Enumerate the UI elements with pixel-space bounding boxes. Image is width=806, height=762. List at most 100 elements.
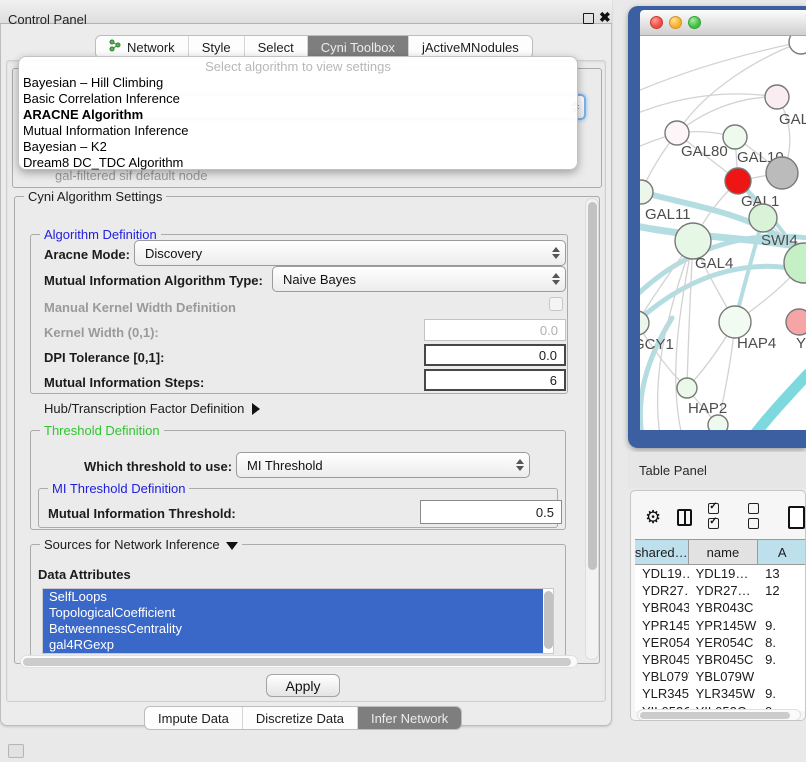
close-icon[interactable]: ✖ (599, 9, 611, 26)
sources-group-title: Sources for Network Inference (40, 537, 242, 552)
network-node[interactable] (675, 223, 711, 259)
tab-infer-network[interactable]: Infer Network (358, 707, 461, 729)
network-node[interactable] (725, 168, 751, 194)
aracne-mode-combo[interactable]: Discovery (134, 240, 566, 266)
new-table-icon[interactable] (788, 506, 805, 529)
mi-algorithm-type-label: Mutual Information Algorithm Type: (44, 273, 263, 288)
table-cell: YER054C (635, 634, 689, 651)
attribute-list-item[interactable]: gal4RGexp (43, 637, 543, 653)
network-node[interactable] (708, 415, 728, 430)
table-row[interactable]: YLR345WYLR345W9. (635, 685, 806, 702)
mi-steps-field[interactable]: 6 (424, 369, 566, 391)
network-canvas[interactable]: GALGAL80GAL10GAL1GAL11SWI4GAL4GCY1HAP4YH… (640, 36, 806, 430)
zoom-traffic-light-icon[interactable] (688, 16, 701, 29)
kernel-width-field[interactable]: 0.0 (424, 319, 566, 341)
network-edge[interactable] (640, 192, 641, 323)
threshold-definition-title: Threshold Definition (40, 423, 164, 438)
network-node[interactable] (723, 125, 747, 149)
columns-icon[interactable] (677, 509, 692, 526)
dropdown-item[interactable]: Bayesian – K2 (19, 139, 577, 155)
network-node[interactable] (766, 157, 798, 189)
table-row[interactable]: YDR27…YDR27…12 (635, 582, 806, 599)
tab-discretize-data[interactable]: Discretize Data (243, 707, 358, 729)
algorithm-dropdown-popup: Select algorithm to view settings Bayesi… (18, 56, 578, 170)
tab-impute-data[interactable]: Impute Data (145, 707, 243, 729)
network-node[interactable] (765, 85, 789, 109)
network-node[interactable] (640, 180, 653, 204)
network-node[interactable] (784, 243, 806, 283)
dropdown-item[interactable]: ARACNE Algorithm (19, 107, 577, 123)
table-cell: YBL079W (635, 668, 689, 685)
select-all-checkboxes-icon[interactable] (708, 502, 732, 532)
tab-network-label: Network (127, 40, 175, 55)
table-row[interactable]: YBR043CYBR043C (635, 599, 806, 616)
table-cell: YLR345W (635, 685, 689, 702)
close-traffic-light-icon[interactable] (650, 16, 663, 29)
control-panel-title: Control Panel (8, 12, 87, 27)
combo-arrows-icon (511, 459, 529, 471)
tab-cyni-toolbox[interactable]: Cyni Toolbox (308, 36, 409, 58)
attribute-list-item[interactable]: TopologicalCoefficient (43, 605, 543, 621)
table-cell: YDR27… (635, 582, 689, 599)
attr-list-scrollbar-thumb[interactable] (544, 591, 553, 649)
manual-kernel-width-label: Manual Kernel Width Definition (44, 300, 236, 315)
network-node[interactable] (749, 204, 777, 232)
tab-select[interactable]: Select (245, 36, 308, 58)
table-cell (758, 599, 806, 616)
table-scrollbar-thumb[interactable] (640, 712, 790, 719)
table-row[interactable]: YDL19…YDL19…13 (635, 565, 806, 582)
table-cell: YPR145W (689, 617, 758, 634)
aracne-mode-value: Discovery (135, 246, 547, 261)
network-node-label: HAP2 (688, 400, 727, 417)
deselect-all-checkboxes-icon[interactable] (748, 502, 772, 532)
settings-horizontal-scrollbar[interactable] (20, 655, 578, 668)
attribute-list-item[interactable]: BetweennessCentrality (43, 621, 543, 637)
table-cell: YBR045C (689, 651, 758, 668)
minimize-traffic-light-icon[interactable] (669, 16, 682, 29)
cyni-bottom-tabs: Impute Data Discretize Data Infer Networ… (144, 706, 462, 730)
network-window-titlebar[interactable] (640, 10, 806, 36)
mi-threshold-label: Mutual Information Threshold: (48, 506, 236, 521)
dpi-tolerance-field[interactable]: 0.0 (424, 344, 566, 366)
mi-algorithm-type-combo[interactable]: Naive Bayes (272, 266, 566, 292)
apply-button[interactable]: Apply (266, 674, 340, 697)
dropdown-item[interactable]: Bayesian – Hill Climbing (19, 75, 577, 91)
network-node[interactable] (665, 121, 689, 145)
algorithm-dropdown-list: Bayesian – Hill ClimbingBasic Correlatio… (19, 75, 577, 171)
which-threshold-combo[interactable]: MI Threshold (236, 452, 530, 478)
float-window-icon[interactable] (583, 13, 594, 24)
settings-vertical-scrollbar[interactable] (585, 198, 599, 660)
manual-kernel-width-checkbox[interactable] (549, 297, 563, 311)
gear-icon[interactable]: ⚙ (645, 508, 661, 526)
network-node[interactable] (677, 378, 697, 398)
mi-threshold-field[interactable]: 0.5 (420, 500, 562, 524)
table-row[interactable]: YBR045CYBR045C9. (635, 651, 806, 668)
tab-network[interactable]: Network (96, 36, 189, 58)
which-threshold-value: MI Threshold (237, 458, 511, 473)
network-node[interactable] (789, 36, 806, 54)
table-horizontal-scrollbar[interactable] (637, 709, 801, 721)
data-attributes-list[interactable]: SelfLoopsTopologicalCoefficientBetweenne… (42, 588, 554, 654)
network-node[interactable] (786, 309, 806, 335)
dropdown-item[interactable]: Dream8 DC_TDC Algorithm (19, 155, 577, 171)
table-row[interactable]: YBL079WYBL079W (635, 668, 806, 685)
horizontal-scrollbar-thumb[interactable] (23, 658, 571, 666)
settings-scrollbar-thumb[interactable] (588, 202, 597, 570)
table-cell: YER054C (689, 634, 758, 651)
tab-jactivemnodules[interactable]: jActiveMNodules (409, 36, 532, 58)
network-node[interactable] (719, 306, 751, 338)
tab-style[interactable]: Style (189, 36, 245, 58)
table-row[interactable]: YER054CYER054C8. (635, 634, 806, 651)
attribute-list-item[interactable]: SelfLoops (43, 589, 543, 605)
table-header-row: shared… name A (635, 539, 806, 565)
dropdown-item[interactable]: Mutual Information Inference (19, 123, 577, 139)
dock-handle-icon[interactable] (8, 744, 24, 758)
hub-definition-toggle[interactable]: Hub/Transcription Factor Definition (44, 401, 260, 416)
column-header-shared-name[interactable]: shared… (635, 540, 689, 564)
table-row[interactable]: YPR145WYPR145W9. (635, 617, 806, 634)
dropdown-item[interactable]: Basic Correlation Inference (19, 91, 577, 107)
column-header-clipped[interactable]: A (758, 540, 806, 564)
network-edge[interactable] (742, 374, 806, 430)
network-edge[interactable] (687, 241, 693, 388)
column-header-name[interactable]: name (689, 540, 759, 564)
